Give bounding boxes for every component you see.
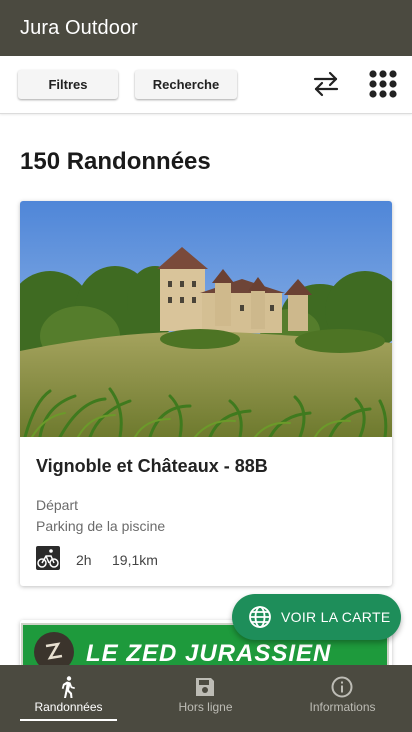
departure-label: Départ [36, 497, 79, 513]
departure-value: Parking de la piscine [36, 518, 166, 534]
bottom-navigation: Randonnées Hors ligne Informations [0, 665, 412, 732]
app-bar: Jura Outdoor [0, 0, 412, 56]
show-map-button[interactable]: VOIR LA CARTE [232, 594, 401, 640]
nav-label-offline: Hors ligne [178, 700, 233, 714]
hike-distance: 19,1km [112, 552, 158, 568]
info-icon [331, 676, 353, 698]
nav-tab-info[interactable]: Informations [274, 665, 411, 732]
mountain-bike-icon [36, 546, 60, 570]
hike-photo [20, 201, 392, 437]
search-button[interactable]: Recherche [135, 70, 237, 99]
app-title: Jura Outdoor [20, 17, 138, 39]
nav-tab-offline[interactable]: Hors ligne [137, 665, 274, 732]
nav-tab-hikes[interactable]: Randonnées [0, 665, 137, 732]
hike-banner-text: LE ZED JURASSIEN [86, 640, 332, 667]
show-map-label: VOIR LA CARTE [281, 609, 391, 625]
hike-duration: 2h [76, 552, 92, 568]
nav-label-info: Informations [309, 700, 376, 714]
globe-icon [249, 606, 271, 628]
save-icon [196, 678, 214, 696]
nav-label-hikes: Randonnées [34, 700, 103, 714]
filters-button[interactable]: Filtres [18, 70, 118, 99]
active-tab-indicator [20, 719, 117, 721]
apps-grid-icon[interactable] [368, 69, 398, 99]
filter-toolbar: Filtres Recherche [0, 56, 412, 114]
hike-card[interactable]: Vignoble et Châteaux - 88B Départ Parkin… [20, 201, 392, 586]
swap-arrows-icon[interactable] [311, 69, 341, 99]
results-count: 150 Randonnées [20, 148, 211, 175]
hike-name: Vignoble et Châteaux - 88B [36, 456, 268, 476]
hiker-icon [61, 676, 75, 698]
